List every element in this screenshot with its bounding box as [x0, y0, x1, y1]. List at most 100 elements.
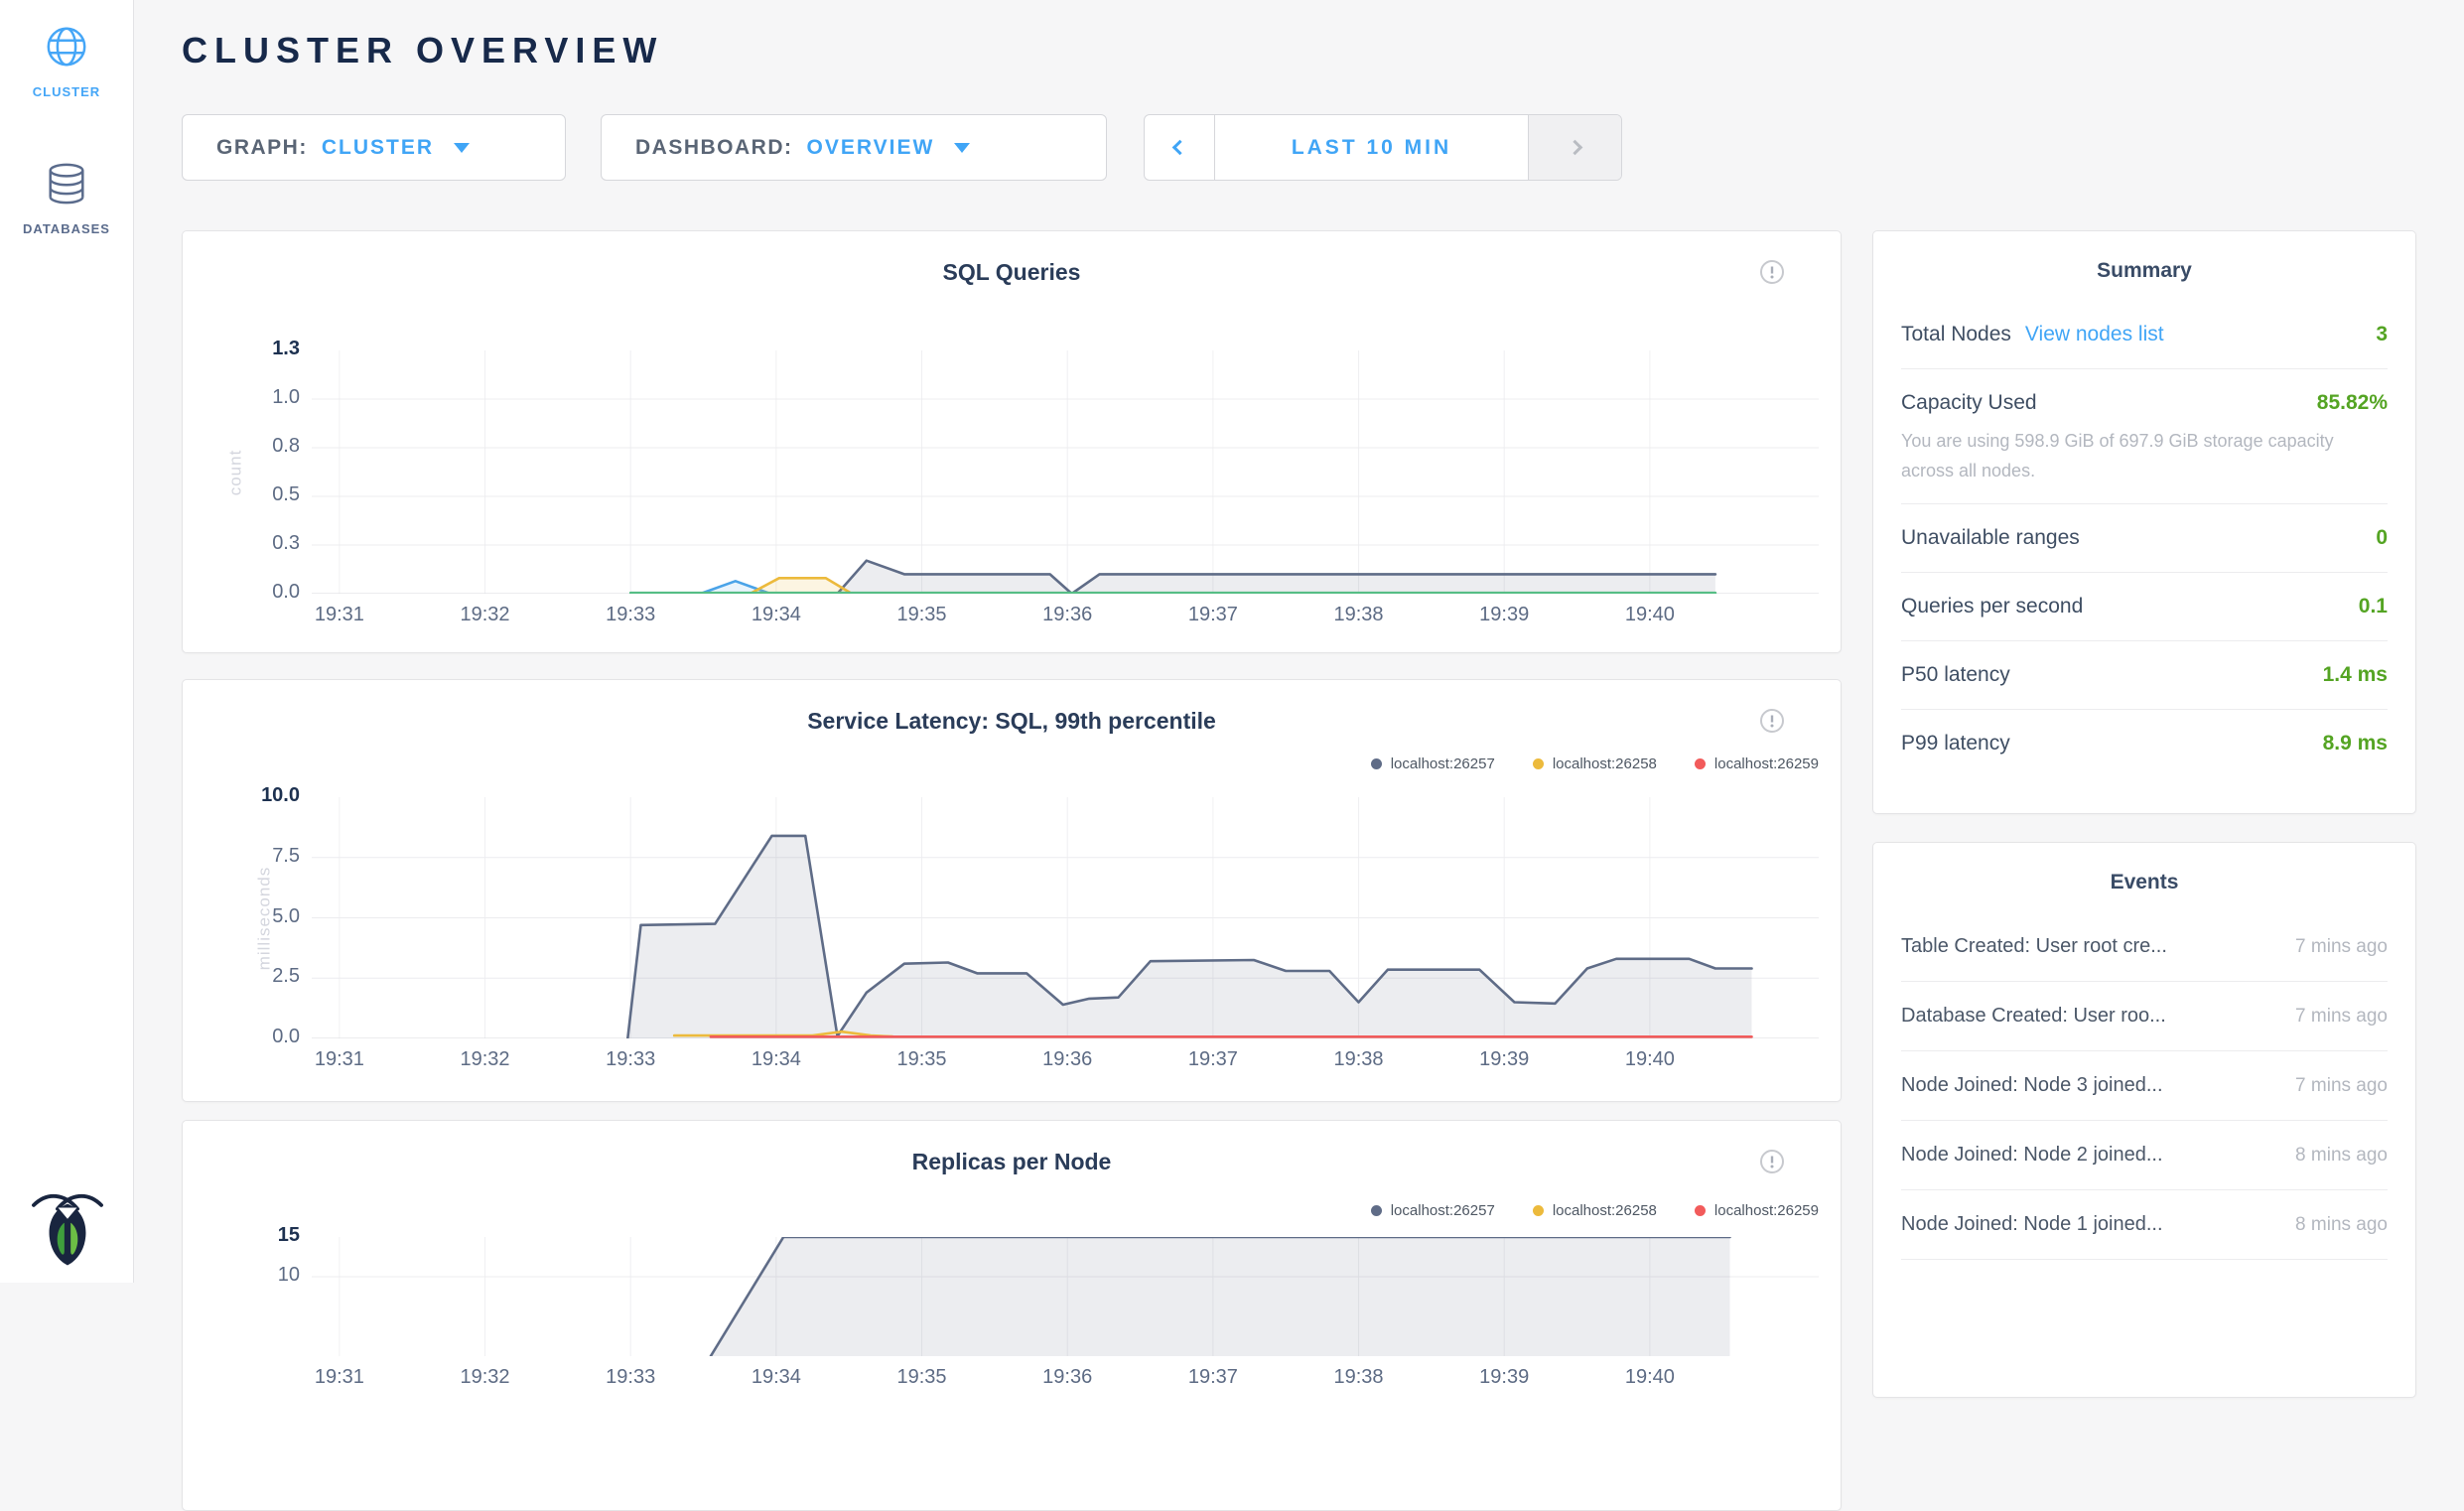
info-icon[interactable] — [1759, 259, 1785, 285]
chevron-down-icon — [954, 143, 970, 153]
legend-dot — [1533, 1205, 1544, 1216]
chart-title: Replicas per Node — [183, 1149, 1841, 1175]
x-tick-label: 19:37 — [1168, 604, 1258, 626]
summary-row-label: P99 latency — [1901, 732, 2010, 756]
event-rows: Table Created: User root cre...7 mins ag… — [1901, 912, 2388, 1260]
sidebar-item-databases[interactable]: DATABASES — [0, 161, 133, 236]
chart-legend: localhost:26257 localhost:26258 localhost:… — [1371, 1202, 1819, 1219]
y-tick-label: 2.5 — [212, 965, 300, 988]
event-time: 8 mins ago — [2281, 1145, 2388, 1167]
x-tick-label: 19:38 — [1314, 604, 1404, 626]
dashboard-selector-label: DASHBOARD: — [635, 136, 793, 160]
info-icon[interactable] — [1759, 1149, 1785, 1174]
chart-plot-area[interactable] — [312, 797, 1819, 1038]
legend-label: localhost:26257 — [1391, 756, 1495, 772]
summary-row: P99 latency8.9 ms — [1901, 710, 2388, 777]
sidebar-item-cluster[interactable]: CLUSTER — [0, 24, 133, 99]
legend-label: localhost:26258 — [1553, 1202, 1657, 1219]
x-tick-label: 19:36 — [1023, 1366, 1112, 1389]
event-time: 7 mins ago — [2281, 936, 2388, 958]
database-icon — [44, 161, 89, 206]
event-time: 7 mins ago — [2281, 1075, 2388, 1097]
summary-row-label: P50 latency — [1901, 663, 2010, 687]
event-time: 8 mins ago — [2281, 1214, 2388, 1236]
summary-row-label: Total NodesView nodes list — [1901, 323, 2164, 346]
event-row[interactable]: Node Joined: Node 2 joined... 8 mins ago — [1901, 1121, 2388, 1190]
chevron-right-icon — [1568, 140, 1583, 156]
x-tick-label: 19:39 — [1459, 1048, 1549, 1071]
event-text: Node Joined: Node 2 joined... — [1901, 1144, 2163, 1167]
event-text: Node Joined: Node 3 joined... — [1901, 1074, 2163, 1097]
event-text: Database Created: User roo... — [1901, 1005, 2166, 1028]
legend-item[interactable]: localhost:26258 — [1533, 1202, 1657, 1219]
y-tick-label: 7.5 — [212, 845, 300, 868]
main-content: CLUSTER OVERVIEW GRAPH: CLUSTER DASHBOAR… — [134, 0, 2464, 1283]
chart-plot-area[interactable] — [312, 1237, 1819, 1356]
summary-row: Unavailable ranges0 — [1901, 504, 2388, 573]
event-row[interactable]: Table Created: User root cre...7 mins ag… — [1901, 912, 2388, 982]
y-tick-label: 5.0 — [212, 905, 300, 928]
legend-dot — [1695, 758, 1706, 769]
x-tick-label: 19:39 — [1459, 1366, 1549, 1389]
x-tick-label: 19:31 — [295, 1048, 384, 1071]
globe-icon — [44, 24, 89, 69]
graph-selector-dropdown[interactable]: GRAPH: CLUSTER — [182, 114, 566, 181]
sidebar-item-label: CLUSTER — [0, 84, 133, 99]
event-row[interactable]: Node Joined: Node 3 joined... 7 mins ago — [1901, 1051, 2388, 1121]
x-tick-label: 19:35 — [878, 604, 967, 626]
x-tick-label: 19:36 — [1023, 604, 1112, 626]
sidebar-item-label: DATABASES — [0, 221, 133, 236]
summary-rows: Total NodesView nodes list3Capacity Used… — [1901, 301, 2388, 777]
cockroachdb-logo[interactable] — [0, 1186, 134, 1273]
legend-item[interactable]: localhost:26259 — [1695, 756, 1819, 772]
legend-item[interactable]: localhost:26257 — [1371, 756, 1495, 772]
x-tick-label: 19:33 — [586, 1048, 675, 1071]
event-time: 7 mins ago — [2281, 1006, 2388, 1028]
y-tick-label: 0.3 — [212, 532, 300, 555]
x-tick-label: 19:35 — [878, 1366, 967, 1389]
legend-item[interactable]: localhost:26259 — [1695, 1202, 1819, 1219]
x-tick-label: 19:38 — [1314, 1048, 1404, 1071]
y-tick-label: 0.0 — [212, 581, 300, 604]
time-range-prev-button[interactable] — [1145, 115, 1214, 180]
view-nodes-list-link[interactable]: View nodes list — [2025, 323, 2164, 345]
summary-row: Queries per second0.1 — [1901, 573, 2388, 641]
x-tick-label: 19:31 — [295, 604, 384, 626]
summary-label: Unavailable ranges — [1901, 526, 2080, 549]
chart-plot-area[interactable] — [312, 350, 1819, 594]
summary-row: Capacity Used85.82%You are using 598.9 G… — [1901, 369, 2388, 504]
legend-label: localhost:26259 — [1714, 1202, 1819, 1219]
time-range-value[interactable]: LAST 10 MIN — [1214, 115, 1529, 180]
summary-panel: Summary Total NodesView nodes list3Capac… — [1872, 230, 2416, 814]
summary-row-label: Unavailable ranges — [1901, 526, 2080, 550]
x-tick-label: 19:33 — [586, 1366, 675, 1389]
legend-item[interactable]: localhost:26257 — [1371, 1202, 1495, 1219]
event-row[interactable]: Node Joined: Node 1 joined...8 mins ago — [1901, 1190, 2388, 1260]
cockroach-icon — [30, 1186, 105, 1268]
summary-value: 1.4 ms — [2323, 663, 2388, 687]
event-row[interactable]: Database Created: User roo... 7 mins ago — [1901, 982, 2388, 1051]
x-tick-label: 19:40 — [1605, 1048, 1695, 1071]
info-icon[interactable] — [1759, 708, 1785, 734]
y-tick-label: 0.8 — [212, 435, 300, 458]
x-tick-label: 19:34 — [732, 1048, 821, 1071]
chart-card-sql-queries: SQL Queries count 1.31.00.80.50.30.0 19:… — [182, 230, 1842, 653]
x-tick-label: 19:36 — [1023, 1048, 1112, 1071]
x-tick-label: 19:34 — [732, 1366, 821, 1389]
legend-label: localhost:26257 — [1391, 1202, 1495, 1219]
summary-row: Total NodesView nodes list3 — [1901, 301, 2388, 369]
legend-label: localhost:26258 — [1553, 756, 1657, 772]
chart-legend: localhost:26257 localhost:26258 localhost:… — [1371, 756, 1819, 772]
x-tick-label: 19:38 — [1314, 1366, 1404, 1389]
x-tick-label: 19:35 — [878, 1048, 967, 1071]
legend-dot — [1533, 758, 1544, 769]
legend-dot — [1695, 1205, 1706, 1216]
time-range-next-button[interactable] — [1529, 115, 1621, 180]
legend-item[interactable]: localhost:26258 — [1533, 756, 1657, 772]
chart-title: SQL Queries — [183, 259, 1841, 286]
dashboard-selector-dropdown[interactable]: DASHBOARD: OVERVIEW — [601, 114, 1107, 181]
summary-value: 0.1 — [2359, 595, 2388, 618]
legend-dot — [1371, 1205, 1382, 1216]
summary-subtext: You are using 598.9 GiB of 697.9 GiB sto… — [1901, 427, 2388, 485]
y-tick-label: 0.0 — [212, 1026, 300, 1048]
